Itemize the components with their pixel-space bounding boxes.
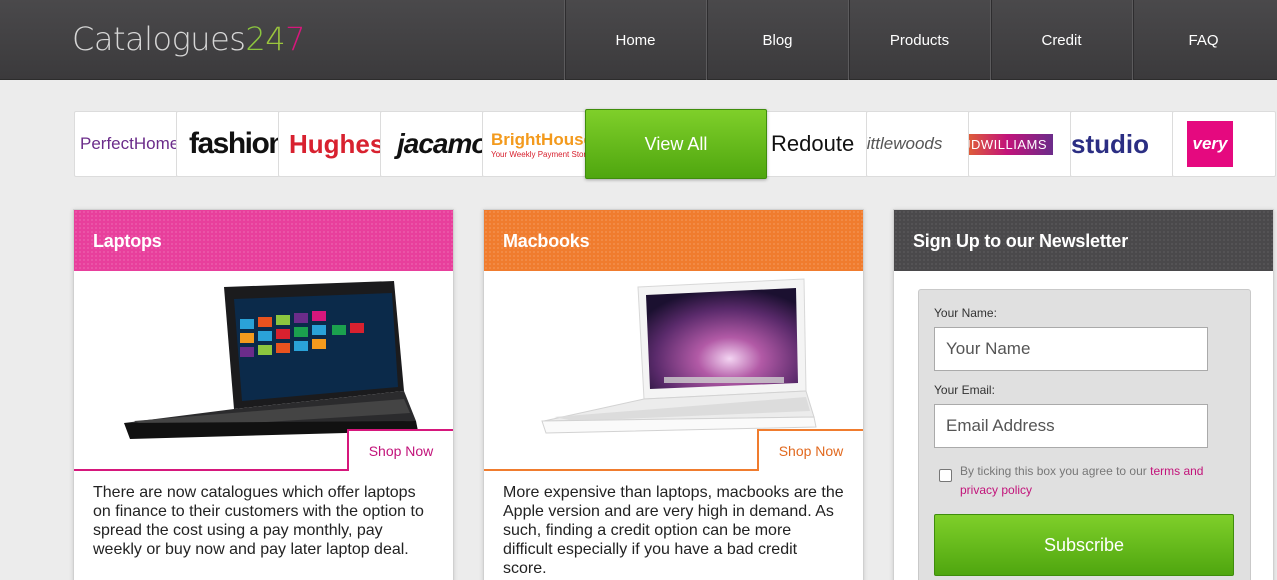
brand-perfecthome-label: PerfectHome: [80, 134, 178, 153]
newsletter-card: Sign Up to our Newsletter Your Name: You…: [893, 209, 1274, 580]
laptops-image[interactable]: Shop Now: [74, 271, 453, 471]
macbooks-image[interactable]: Shop Now: [484, 271, 863, 471]
brand-hughes-logo[interactable]: Hughes: [278, 111, 382, 177]
email-label: Your Email:: [934, 383, 995, 397]
brand-jacamo-label: jacamo: [397, 128, 484, 159]
subscribe-button[interactable]: Subscribe: [934, 514, 1234, 576]
brand-studio-logo[interactable]: studio: [1070, 111, 1174, 177]
brand-very-label: very: [1187, 121, 1233, 167]
consent-checkbox[interactable]: [939, 469, 952, 482]
brand-brighthouse-label: BrightHouse: [491, 129, 586, 149]
brand-jdwilliams-logo[interactable]: JDWILLIAMS: [968, 111, 1072, 177]
brand-redoute-label: Redoute: [771, 131, 855, 156]
email-input[interactable]: [934, 404, 1208, 448]
brand-very-logo[interactable]: very: [1172, 111, 1276, 177]
nav-products[interactable]: Products: [848, 0, 990, 80]
brand-hughes-label: Hughes: [289, 128, 382, 159]
nav-faq[interactable]: FAQ: [1132, 0, 1274, 80]
site-header: Catalogues247 Home Blog Products Credit …: [0, 0, 1277, 80]
view-all-button[interactable]: View All: [585, 109, 767, 179]
laptops-shop-now-button[interactable]: Shop Now: [347, 429, 453, 471]
brand-redoute-logo[interactable]: Redoute: [764, 111, 868, 177]
brand-fashion-logo[interactable]: fashion: [176, 111, 280, 177]
brand-strip: PerfectHome fashion Hughes jacamo Bright…: [74, 109, 1277, 179]
newsletter-title: Sign Up to our Newsletter: [894, 210, 1273, 271]
consent-text: By ticking this box you agree to our ter…: [960, 462, 1235, 500]
macbooks-card-title[interactable]: Macbooks: [484, 210, 863, 271]
brand-littlewoods-label: littlewoods: [866, 134, 943, 153]
logo-digit-7: 7: [285, 20, 305, 58]
macbooks-shop-now-button[interactable]: Shop Now: [757, 429, 863, 471]
laptops-card: Laptops Shop Now There are now catalogue…: [73, 209, 454, 580]
nav-credit[interactable]: Credit: [990, 0, 1132, 80]
brand-brighthouse-sub: Your Weekly Payment Store: [491, 149, 586, 159]
laptops-card-title[interactable]: Laptops: [74, 210, 453, 271]
brand-fashion-label: fashion: [189, 127, 280, 160]
brand-perfecthome-logo[interactable]: PerfectHome: [74, 111, 178, 177]
logo-digit-4: 4: [265, 20, 286, 58]
brand-jacamo-logo[interactable]: jacamo: [380, 111, 484, 177]
newsletter-form: Your Name: Your Email: By ticking this b…: [918, 289, 1251, 580]
macbooks-description: More expensive than laptops, macbooks ar…: [503, 484, 844, 577]
consent-row: By ticking this box you agree to our ter…: [934, 462, 1235, 500]
macbooks-card: Macbooks Shop Now More expensive than la…: [483, 209, 864, 580]
nav-blog[interactable]: Blog: [706, 0, 848, 80]
brand-littlewoods-logo[interactable]: littlewoods: [866, 111, 970, 177]
brand-jdwilliams-label: JDWILLIAMS: [969, 133, 1054, 155]
laptops-description: There are now catalogues which offer lap…: [93, 484, 424, 558]
nav-home[interactable]: Home: [564, 0, 706, 80]
site-logo[interactable]: Catalogues247: [72, 20, 305, 58]
brand-brighthouse-logo[interactable]: BrightHouse Your Weekly Payment Store: [482, 111, 586, 177]
consent-prefix: By ticking this box you agree to our: [960, 464, 1151, 478]
logo-digit-2: 2: [245, 20, 266, 58]
main-nav: Home Blog Products Credit FAQ: [564, 0, 1274, 80]
name-input[interactable]: [934, 327, 1208, 371]
name-label: Your Name:: [934, 306, 997, 320]
logo-text: Catalogues: [72, 20, 246, 58]
brand-studio-label: studio: [1071, 128, 1149, 159]
